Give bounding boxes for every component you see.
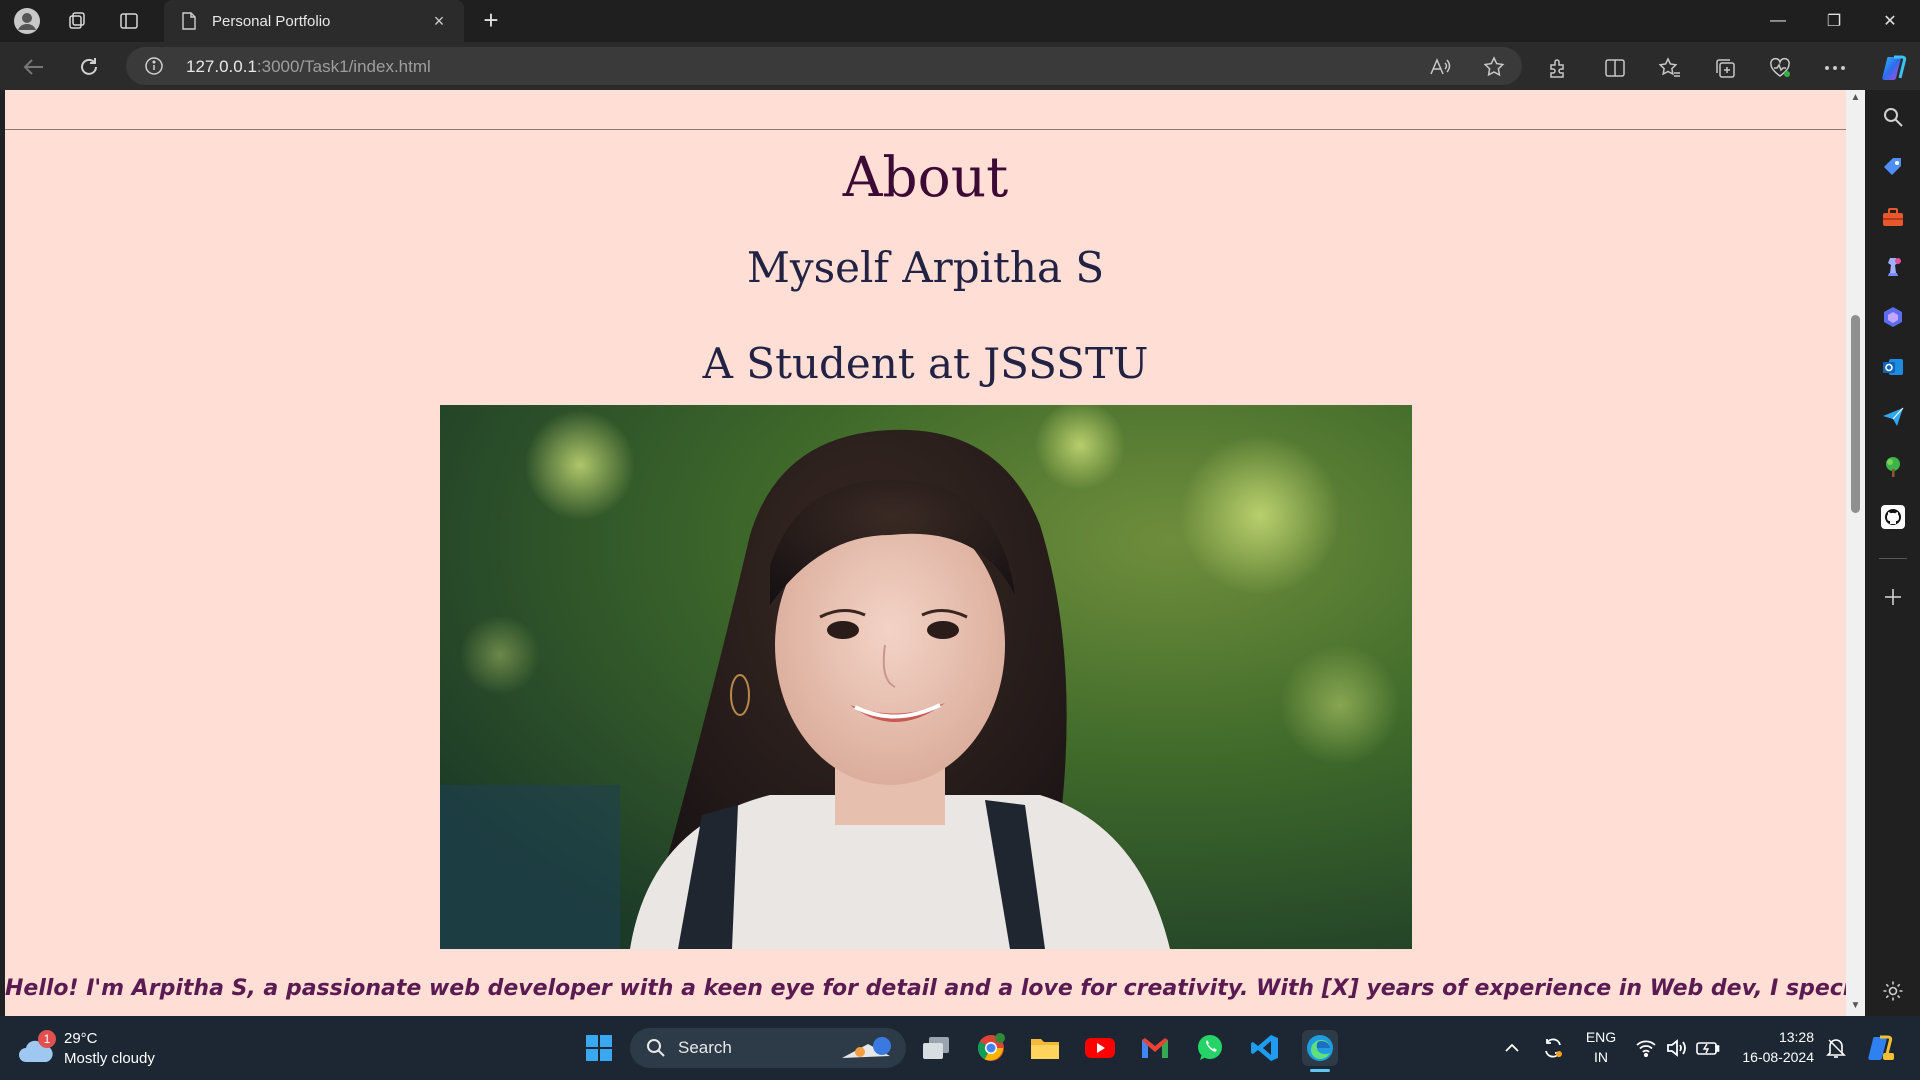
chrome-icon[interactable] <box>973 1030 1009 1066</box>
time-text: 13:28 <box>1778 1029 1814 1045</box>
search-label: Search <box>678 1038 732 1057</box>
youtube-icon[interactable] <box>1082 1030 1118 1066</box>
restore-button[interactable]: ❐ <box>1806 0 1862 42</box>
search-highlight-icon <box>838 1032 898 1064</box>
tab-close-button[interactable]: × <box>428 11 450 32</box>
url-host: 127.0.0.1 <box>186 57 257 76</box>
search-icon <box>646 1038 666 1058</box>
page-viewport: About Myself Arpitha S A Student at JSSS… <box>5 90 1846 1016</box>
sidebar-divider <box>1879 558 1907 559</box>
refresh-icon[interactable] <box>73 51 105 83</box>
scroll-up-arrow-icon[interactable]: ▲ <box>1850 92 1861 103</box>
tab-personal-portfolio[interactable]: Personal Portfolio × <box>164 0 464 42</box>
profile-photo <box>440 405 1412 949</box>
cloud-icon: 1 <box>18 1030 56 1066</box>
language-code: ENG <box>1585 1029 1617 1045</box>
favorites-icon[interactable] <box>1657 55 1683 81</box>
profile-avatar-icon[interactable] <box>12 6 42 36</box>
new-tab-button[interactable]: + <box>476 6 506 36</box>
page-icon <box>180 11 198 31</box>
start-windows-icon[interactable] <box>581 1030 617 1066</box>
copilot-taskbar-icon[interactable] <box>1862 1030 1898 1066</box>
workspaces-icon[interactable] <box>62 6 92 36</box>
back-arrow-icon[interactable] <box>18 51 50 83</box>
close-window-button[interactable]: ✕ <box>1862 0 1918 42</box>
weather-badge: 1 <box>38 1030 56 1048</box>
battery-icon[interactable] <box>1690 1030 1726 1066</box>
name-heading: Myself Arpitha S <box>746 243 1105 292</box>
task-view-icon[interactable] <box>918 1030 954 1066</box>
student-heading: A Student at JSSSTU <box>702 339 1149 388</box>
temperature-text: 29°C <box>64 1030 98 1047</box>
browser-essentials-icon[interactable] <box>1767 55 1793 81</box>
collections-icon[interactable] <box>1712 55 1738 81</box>
settings-icon[interactable] <box>1880 978 1906 1004</box>
clock[interactable]: 13:28 16-08-2024 <box>1736 1027 1814 1067</box>
date-text: 16-08-2024 <box>1742 1049 1814 1065</box>
outlook-icon[interactable] <box>1880 354 1906 380</box>
page-scrollbar[interactable]: ▲ ▼ <box>1846 90 1865 1016</box>
language-indicator[interactable]: ENG IN <box>1580 1027 1622 1067</box>
more-options-icon[interactable] <box>1822 55 1848 81</box>
region-code: IN <box>1594 1049 1608 1065</box>
send-icon[interactable] <box>1880 404 1906 430</box>
navigation-toolbar: 127.0.0.1:3000/Task1/index.html <box>0 42 1920 90</box>
about-heading: About <box>842 145 1009 209</box>
sync-icon[interactable] <box>1535 1030 1571 1066</box>
file-explorer-icon[interactable] <box>1027 1030 1063 1066</box>
split-screen-icon[interactable] <box>1602 55 1628 81</box>
notifications-icon[interactable] <box>1818 1030 1854 1066</box>
url-text: 127.0.0.1:3000/Task1/index.html <box>186 57 431 77</box>
browser-window: Personal Portfolio × + — ❐ ✕ 127.0.0.1:3… <box>0 0 1920 1080</box>
add-icon[interactable] <box>1880 584 1906 610</box>
show-hidden-icons-chevron-icon[interactable] <box>1494 1030 1530 1066</box>
search-icon[interactable] <box>1880 104 1906 130</box>
github-icon[interactable] <box>1880 504 1906 530</box>
minimize-button[interactable]: — <box>1750 0 1806 42</box>
title-bar: Personal Portfolio × + — ❐ ✕ <box>0 0 1920 42</box>
bio-paragraph: Hello! I'm Arpitha S, a passionate web d… <box>5 976 1846 1001</box>
whatsapp-icon[interactable] <box>1192 1030 1228 1066</box>
gmail-icon[interactable] <box>1137 1030 1173 1066</box>
tree-icon[interactable] <box>1880 454 1906 480</box>
weather-widget[interactable]: 1 29°C Mostly cloudy <box>18 1028 155 1070</box>
weather-condition-text: Mostly cloudy <box>64 1050 155 1067</box>
favorite-star-icon[interactable] <box>1482 55 1506 79</box>
chess-icon[interactable] <box>1880 254 1906 280</box>
tab-actions-icon[interactable] <box>114 6 144 36</box>
tag-icon[interactable] <box>1880 154 1906 180</box>
taskbar-search[interactable]: Search <box>630 1028 906 1068</box>
active-app-indicator <box>1310 1069 1330 1072</box>
copilot-icon[interactable] <box>1878 52 1910 84</box>
toolbox-icon[interactable] <box>1880 204 1906 230</box>
scroll-down-arrow-icon[interactable]: ▼ <box>1850 1000 1861 1011</box>
address-bar[interactable]: 127.0.0.1:3000/Task1/index.html <box>126 47 1522 85</box>
windows-taskbar: 1 29°C Mostly cloudy Search ENG IN 13:28… <box>0 1016 1920 1080</box>
scrollbar-thumb[interactable] <box>1851 315 1860 513</box>
url-path: :3000/Task1/index.html <box>256 57 431 76</box>
site-info-icon[interactable] <box>144 56 164 76</box>
edge-sidebar <box>1865 90 1920 1016</box>
read-aloud-icon[interactable] <box>1428 55 1452 79</box>
edge-icon[interactable] <box>1302 1030 1338 1072</box>
extensions-icon[interactable] <box>1545 55 1571 81</box>
copilot-sidebar-icon[interactable] <box>1880 304 1906 330</box>
vscode-icon[interactable] <box>1247 1030 1283 1066</box>
nav-divider <box>5 129 1846 130</box>
tab-title: Personal Portfolio <box>212 12 331 30</box>
